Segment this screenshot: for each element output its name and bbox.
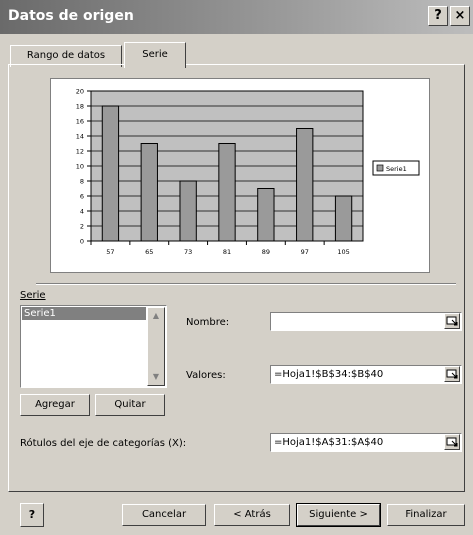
series-scrollbar[interactable]: ▲ ▼ [147,307,165,386]
values-label: Valores: [186,370,226,381]
remove-series-button[interactable]: Quitar [95,394,165,416]
legend-label: Serie1 [386,165,407,173]
series-item-serie1[interactable]: Serie1 [22,307,146,320]
name-label: Nombre: [186,317,230,328]
y-tick-label: 2 [80,223,84,231]
category-field[interactable]: =Hoja1!$A$31:$A$40 [270,433,462,452]
values-collapse-icon[interactable] [444,366,460,382]
scroll-down-icon[interactable]: ▼ [148,369,164,385]
x-tick-label: 57 [106,248,114,256]
bar [296,128,314,242]
legend-swatch [376,164,384,172]
category-collapse-icon[interactable] [444,434,460,450]
y-tick-label: 18 [76,103,84,111]
dialog-title: Datos de origen [8,8,134,24]
finish-button[interactable]: Finalizar [387,504,465,526]
bar [334,195,353,242]
bar [140,143,158,242]
series-listbox[interactable]: Serie1 ▲ ▼ [20,305,167,388]
back-button[interactable]: < Atrás [214,504,290,526]
scroll-up-icon[interactable]: ▲ [148,308,164,324]
next-button[interactable]: Siguiente > [296,503,381,527]
y-tick-label: 20 [76,88,84,96]
category-label: Rótulos del eje de categorías (X): [20,438,187,449]
title-bar: Datos de origen ? × [0,0,473,34]
collapse-glyph [446,437,458,447]
chart-preview: 0 2 4 6 8 10 12 14 16 18 20 57 65 73 81 89 97 105 Serie1 [50,78,430,273]
y-tick-label: 10 [76,163,84,171]
chart-svg: 0 2 4 6 8 10 12 14 16 18 20 57 65 73 81 89 97 105 Serie1 [76,88,420,256]
y-tick-label: 8 [80,178,84,186]
collapse-glyph [446,316,458,326]
y-tick-label: 6 [80,193,84,201]
x-tick-label: 105 [337,248,349,256]
y-tick-label: 0 [80,238,84,246]
x-tick-label: 65 [145,248,153,256]
cancel-button[interactable]: Cancelar [122,504,206,526]
add-series-button[interactable]: Agregar [20,394,90,416]
values-field[interactable]: =Hoja1!$B$34:$B$40 [270,365,462,384]
y-tick-label: 14 [76,133,84,141]
bar [101,105,120,242]
bar [179,180,197,242]
series-label: Serie [20,290,46,301]
help-icon[interactable]: ? [20,503,44,527]
tab-serie[interactable]: Serie [124,42,186,68]
x-tick-label: 97 [301,248,309,256]
section-divider [36,283,456,285]
bar [257,188,275,242]
name-field[interactable] [270,312,462,331]
x-tick-label: 81 [223,248,231,256]
y-tick-label: 16 [76,118,84,126]
help-button[interactable]: ? [428,6,448,26]
name-collapse-icon[interactable] [444,313,460,329]
close-button[interactable]: × [450,6,470,26]
collapse-glyph [446,369,458,379]
y-tick-label: 12 [76,148,84,156]
x-tick-label: 89 [262,248,270,256]
x-tick-label: 73 [184,248,192,256]
bar [218,143,236,242]
y-tick-label: 4 [80,208,84,216]
